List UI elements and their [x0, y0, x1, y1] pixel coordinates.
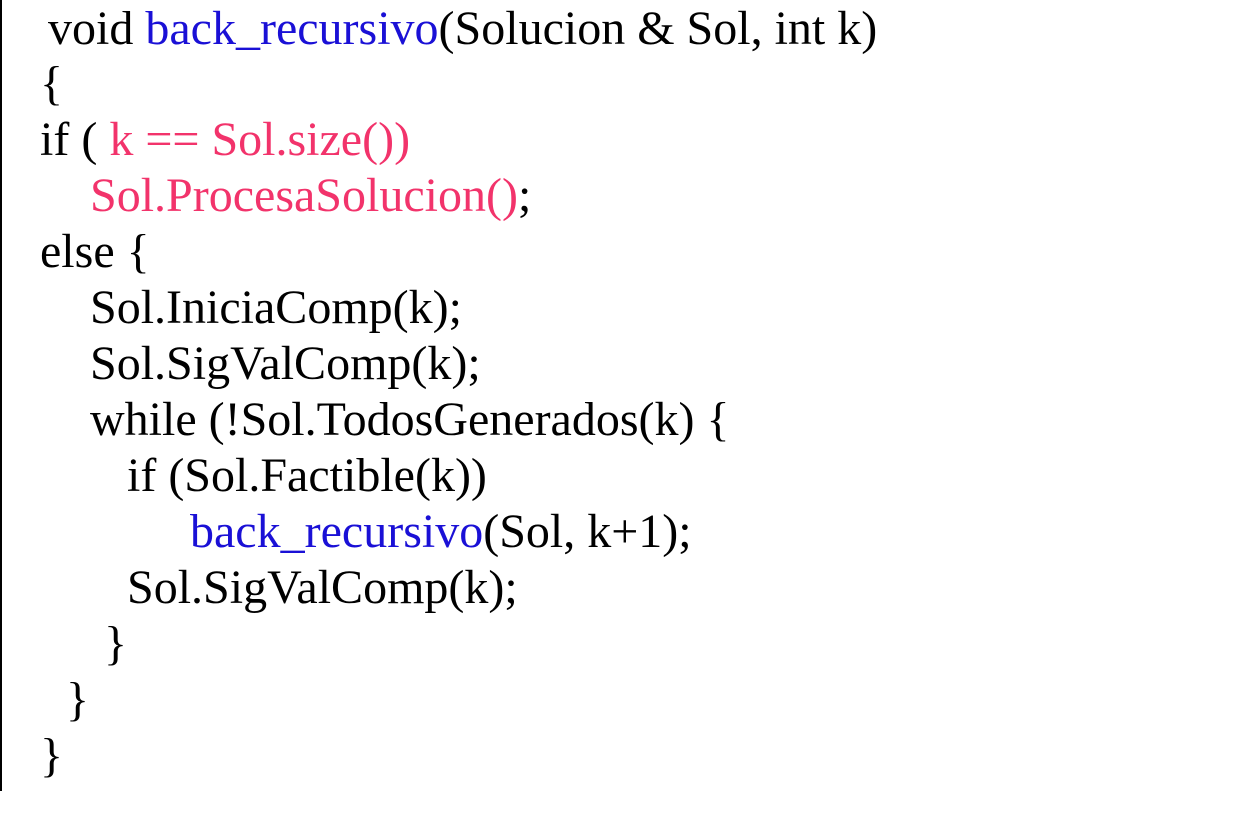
if-keyword: if ( [40, 113, 110, 166]
keyword-void: void [48, 2, 146, 55]
function-name-back-recursivo: back_recursivo [145, 2, 439, 55]
code-line-1: void back_recursivo(Solucion & Sol, int … [48, 1, 877, 57]
recursive-call-args: (Sol, k+1); [483, 505, 692, 558]
code-line-10: back_recursivo(Sol, k+1); [190, 504, 692, 560]
code-line-6: Sol.IniciaComp(k); [90, 281, 462, 334]
recursive-call-name: back_recursivo [190, 505, 484, 558]
code-line-9: if (Sol.Factible(k)) [127, 449, 487, 502]
code-line-12: } [104, 617, 128, 670]
code-block: void back_recursivo(Solucion & Sol, int … [0, 0, 877, 825]
code-line-5: else { [40, 225, 150, 278]
procesa-solucion-call: Sol.ProcesaSolucion() [90, 169, 518, 222]
code-line-3: if ( k == Sol.size()) [40, 112, 410, 168]
function-parameters: (Solucion & Sol, int k) [438, 2, 878, 55]
code-line-2: { [40, 57, 64, 110]
code-line-11: Sol.SigValComp(k); [127, 561, 518, 614]
code-line-13: } [66, 673, 90, 726]
code-line-8: while (!Sol.TodosGenerados(k) { [90, 393, 730, 446]
code-line-14: } [40, 729, 64, 782]
semicolon: ; [517, 169, 532, 222]
base-case-condition: k == Sol.size()) [109, 113, 411, 166]
code-line-7: Sol.SigValComp(k); [90, 337, 481, 390]
code-line-4: Sol.ProcesaSolucion(); [90, 168, 531, 224]
